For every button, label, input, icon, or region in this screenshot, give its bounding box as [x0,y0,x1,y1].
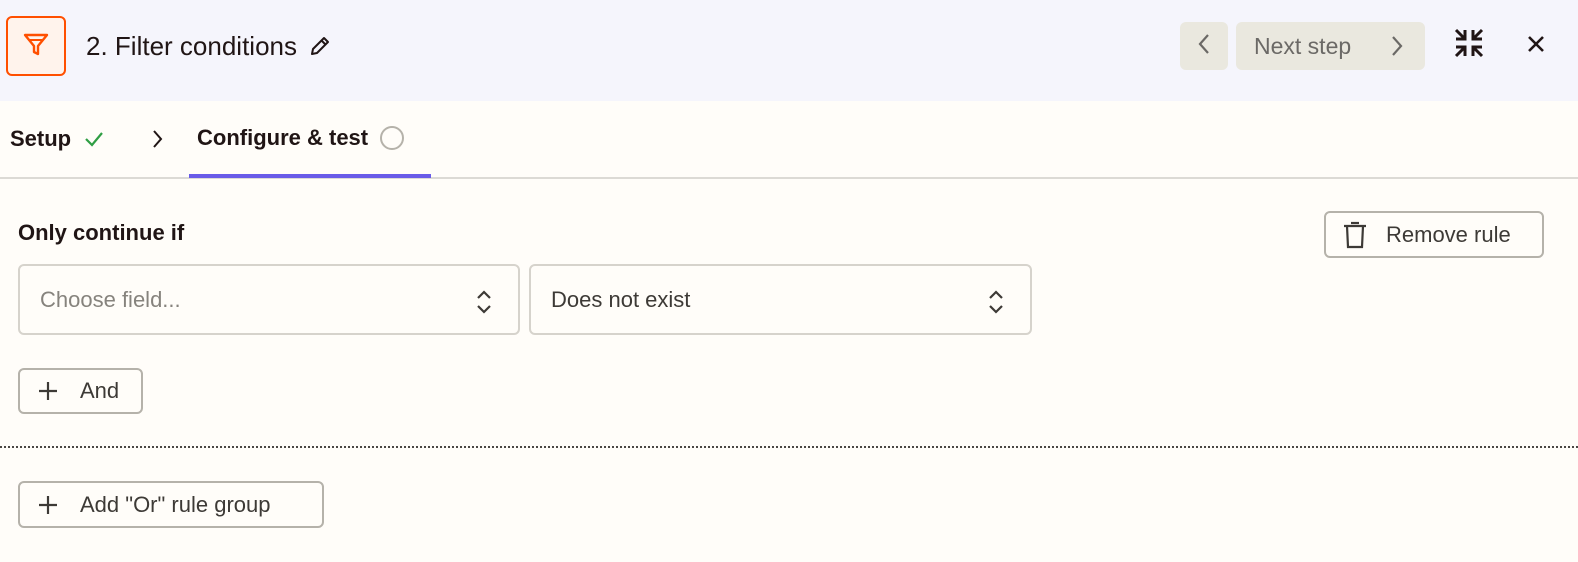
trash-icon [1342,221,1368,249]
previous-step-button[interactable] [1180,22,1228,70]
up-down-chevron-icon [474,288,494,322]
add-and-condition-button[interactable]: And [18,368,143,414]
close-icon [1525,33,1547,60]
step-title: 2. Filter conditions [86,28,333,64]
next-step-label: Next step [1254,32,1352,59]
up-down-chevron-icon [986,288,1006,322]
or-group-label: Add "Or" rule group [80,491,271,517]
check-icon [83,128,105,150]
collapse-icon [1452,26,1486,65]
empty-circle-icon [380,125,405,150]
close-button[interactable] [1516,26,1556,66]
filter-icon [21,29,51,64]
collapse-button[interactable] [1448,24,1490,66]
step-tabs: Setup Configure & test [0,101,1578,179]
filter-app-icon [6,16,66,76]
add-or-rule-group-button[interactable]: Add "Or" rule group [18,481,324,528]
and-label: And [80,378,120,403]
pencil-icon[interactable] [307,33,333,59]
operator-select[interactable]: Does not exist [529,264,1032,335]
tab-configure-test[interactable]: Configure & test [189,101,431,178]
plus-icon [38,495,58,515]
tab-setup-label: Setup [10,126,72,151]
chevron-left-icon [1196,32,1212,61]
chevron-right-icon [148,127,166,156]
or-divider [0,446,1578,448]
field-select[interactable]: Choose field... [18,264,520,335]
chevron-right-icon [1389,34,1405,64]
rule-group-label: Only continue if [18,220,185,245]
tab-setup[interactable]: Setup [10,101,105,177]
next-step-button[interactable]: Next step [1236,22,1425,70]
step-header: 2. Filter conditions Next step [0,0,1578,101]
remove-rule-label: Remove rule [1386,221,1511,247]
remove-rule-button[interactable]: Remove rule [1324,211,1544,258]
operator-select-value: Does not exist [551,286,691,312]
step-title-text: 2. Filter conditions [86,30,297,61]
plus-icon [38,381,58,401]
tab-configure-label: Configure & test [197,124,369,150]
field-select-placeholder: Choose field... [40,286,181,312]
